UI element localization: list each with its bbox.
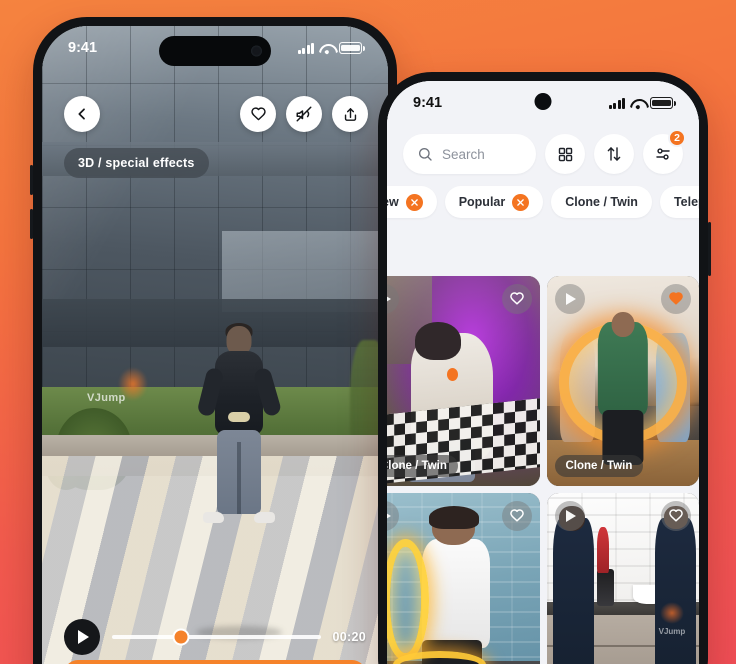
right-phone-frame: Clone / Twin Clone / Twin <box>378 72 711 664</box>
signal-icon <box>608 97 625 109</box>
grid-icon <box>558 147 572 161</box>
heart-icon <box>509 509 524 522</box>
card-play-icon[interactable] <box>554 501 585 531</box>
power-button[interactable] <box>708 222 711 276</box>
wifi-icon <box>630 98 645 109</box>
chip-label: Teleport <box>673 195 699 209</box>
heart-icon <box>669 509 683 522</box>
search-toolbar: Search 2 <box>387 125 699 174</box>
card-title: Clone / Twin <box>387 455 458 477</box>
front-camera-icon <box>534 93 552 110</box>
wifi-icon <box>319 43 334 54</box>
card-play-icon[interactable] <box>554 284 585 314</box>
heart-icon <box>509 292 524 305</box>
card-title: Clone / Twin <box>554 455 644 477</box>
battery-icon <box>650 97 676 109</box>
chip-label: Popular <box>458 195 506 209</box>
effect-card[interactable]: Clone / Twin <box>387 276 540 486</box>
video-subject <box>196 323 283 536</box>
filter-chip-clone-twin[interactable]: Clone / Twin <box>551 186 652 218</box>
status-time: 9:41 <box>413 95 443 111</box>
sort-arrows-icon <box>607 147 621 161</box>
card-like-button[interactable] <box>661 284 691 314</box>
video-actions <box>240 96 368 132</box>
front-camera-icon <box>251 45 262 57</box>
heart-icon <box>250 106 266 120</box>
card-like-button[interactable] <box>501 501 532 531</box>
effect-card[interactable]: Teleport <box>387 493 540 664</box>
back-chevron-icon[interactable] <box>64 96 100 132</box>
search-placeholder: Search <box>442 146 485 162</box>
effects-grid: Clone / Twin Clone / Twin <box>387 276 699 664</box>
video-watermark: VJump <box>86 391 126 404</box>
play-button[interactable] <box>64 619 100 655</box>
volume-down-button[interactable] <box>30 209 33 239</box>
heart-icon <box>669 292 683 305</box>
effect-card[interactable]: VJump Teleport <box>546 493 699 664</box>
volume-up-button[interactable] <box>30 165 33 195</box>
card-like-button[interactable] <box>661 501 691 531</box>
filter-sliders-icon <box>656 148 670 160</box>
chip-label: Clone / Twin <box>565 195 638 209</box>
status-time: 9:41 <box>68 40 98 56</box>
progress-knob[interactable] <box>172 628 190 646</box>
signal-icon <box>297 42 314 54</box>
sort-button[interactable] <box>594 134 634 174</box>
battery-icon <box>339 42 365 54</box>
left-phone-frame: VJump 9:41 3D / special effects 00:20 <box>30 17 397 664</box>
search-icon <box>419 148 432 161</box>
speaker-muted-icon <box>296 106 312 122</box>
progress-slider[interactable] <box>112 628 321 646</box>
share-icon <box>344 107 356 121</box>
video-player-controls: 00:20 <box>42 619 388 655</box>
grid-view-button[interactable] <box>545 134 585 174</box>
filter-chip-teleport[interactable]: Teleport <box>659 186 699 218</box>
duration-label: 00:20 <box>332 630 366 644</box>
mute-button[interactable] <box>286 96 322 132</box>
promo-composition: VJump 9:41 3D / special effects 00:20 lo… <box>0 0 736 664</box>
filter-button[interactable]: 2 <box>643 129 686 174</box>
card-like-button[interactable] <box>501 284 532 314</box>
filter-badge: 2 <box>668 129 686 147</box>
effect-category-label: 3D / special effects <box>64 148 209 178</box>
chip-remove-icon[interactable] <box>405 193 423 211</box>
primary-cta-button[interactable] <box>64 660 366 664</box>
filter-chip-new[interactable]: New <box>387 186 437 218</box>
favorite-button[interactable] <box>240 96 276 132</box>
filter-chip-popular[interactable]: Popular <box>444 186 544 218</box>
dynamic-island <box>159 36 271 66</box>
chip-label: New <box>387 195 399 209</box>
filter-chip-row[interactable]: New Popular Clone / Twin <box>387 174 699 230</box>
right-phone-screen: Clone / Twin Clone / Twin <box>387 81 699 664</box>
back-button[interactable] <box>64 96 100 132</box>
share-button[interactable] <box>332 96 368 132</box>
left-phone-screen: VJump 9:41 3D / special effects 00:20 <box>42 26 388 664</box>
gallery-view: Clone / Twin Clone / Twin <box>387 81 699 664</box>
effect-card[interactable]: Clone / Twin <box>546 276 699 486</box>
chip-remove-icon[interactable] <box>512 193 530 211</box>
search-input[interactable]: Search <box>403 134 536 174</box>
